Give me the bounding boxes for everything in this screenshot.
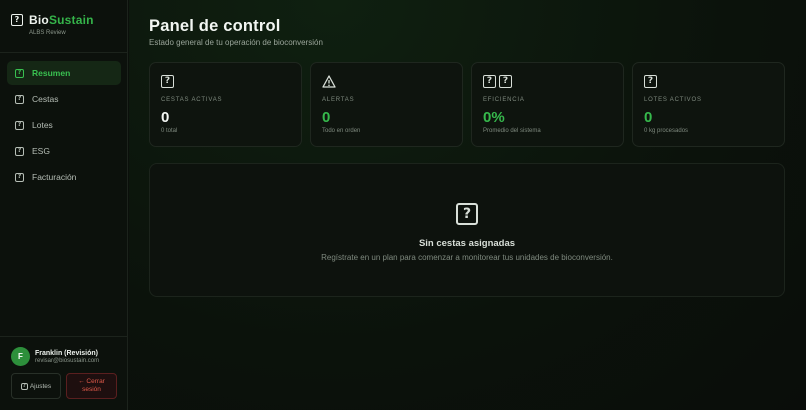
question-box-icon: ? — [15, 68, 24, 78]
sidebar-nav: ? Resumen ? Cestas ? Lotes ? ESG ? Factu… — [7, 61, 121, 191]
stat-card-lotes: ? LOTES ACTIVOS 0 0 kg procesados — [632, 62, 785, 147]
sidebar-item-label: Cestas — [32, 94, 59, 104]
page-title: Panel de control — [149, 17, 281, 35]
question-box-icon: ? — [161, 75, 174, 88]
page-subtitle: Estado general de tu operación de biocon… — [149, 38, 323, 47]
logout-button[interactable]: ← Cerrar sesión — [66, 373, 117, 399]
stat-card-cestas: ? CESTAS ACTIVAS 0 0 total — [149, 62, 302, 147]
stat-value: 0 — [161, 109, 170, 126]
question-box-icon: ? — [456, 203, 478, 225]
stat-label: LOTES ACTIVOS — [644, 97, 702, 103]
stat-value: 0% — [483, 109, 505, 126]
stat-label: CESTAS ACTIVAS — [161, 97, 223, 103]
stat-label: ALERTAS — [322, 97, 355, 103]
brand[interactable]: ? BioSustain ALBS Review — [11, 13, 94, 36]
question-box-icon: ? — [15, 146, 24, 156]
brand-name: BioSustain — [29, 13, 94, 27]
stat-note: 0 kg procesados — [644, 128, 689, 134]
brand-subtitle: ALBS Review — [29, 30, 66, 36]
empty-state-title: Sin cestas asignadas — [418, 238, 516, 249]
warning-icon — [322, 75, 336, 88]
sidebar-item-lotes[interactable]: ? Lotes — [7, 113, 121, 137]
stat-label: EFICIENCIA — [483, 97, 525, 103]
stat-note: 0 total — [161, 128, 178, 134]
sidebar-item-esg[interactable]: ? ESG — [7, 139, 121, 163]
settings-icon: ? — [20, 382, 28, 390]
empty-state: ? Sin cestas asignadas Regístrate en un … — [149, 163, 785, 297]
user-profile: F Franklin (Revisión) revisar@biosustain… — [11, 347, 99, 366]
user-name: Franklin (Revisión) — [35, 349, 99, 357]
settings-button[interactable]: ? Ajustes — [11, 373, 61, 399]
sidebar-item-facturacion[interactable]: ? Facturación — [7, 165, 121, 189]
question-box-icon: ? — [644, 75, 657, 88]
empty-state-text: Regístrate en un plan para comenzar a mo… — [321, 253, 613, 262]
divider — [0, 52, 127, 53]
question-box-icon: ? — [15, 94, 24, 104]
avatar: F — [11, 347, 30, 366]
user-email: revisar@biosustain.com — [35, 357, 100, 364]
logo-icon: ? — [11, 14, 23, 26]
question-box-icon: ? — [15, 120, 24, 130]
sidebar-item-label: Lotes — [32, 120, 53, 130]
divider — [0, 336, 127, 337]
sidebar-item-resumen[interactable]: ? Resumen — [7, 61, 121, 85]
question-box-icon: ? — [15, 172, 24, 182]
main-content: Panel de control Estado general de tu op… — [129, 0, 806, 410]
stat-note: Todo en orden — [322, 128, 361, 134]
question-box-icon: ? — [483, 75, 496, 88]
settings-label: Ajustes — [29, 382, 52, 390]
stat-note: Promedio del sistema — [483, 128, 541, 134]
stat-value: 0 — [644, 109, 653, 126]
sidebar: ? BioSustain ALBS Review ? Resumen ? Ces… — [0, 0, 128, 410]
sidebar-item-cestas[interactable]: ? Cestas — [7, 87, 121, 111]
stat-card-alertas: ALERTAS 0 Todo en orden — [310, 62, 463, 147]
sidebar-item-label: ESG — [32, 146, 50, 156]
question-box-icon: ? — [499, 75, 512, 88]
stat-value: 0 — [322, 109, 331, 126]
stat-card-eficiencia: ? ? EFICIENCIA 0% Promedio del sistema — [471, 62, 624, 147]
sidebar-item-label: Facturación — [32, 172, 77, 182]
sidebar-item-label: Resumen — [32, 68, 71, 78]
